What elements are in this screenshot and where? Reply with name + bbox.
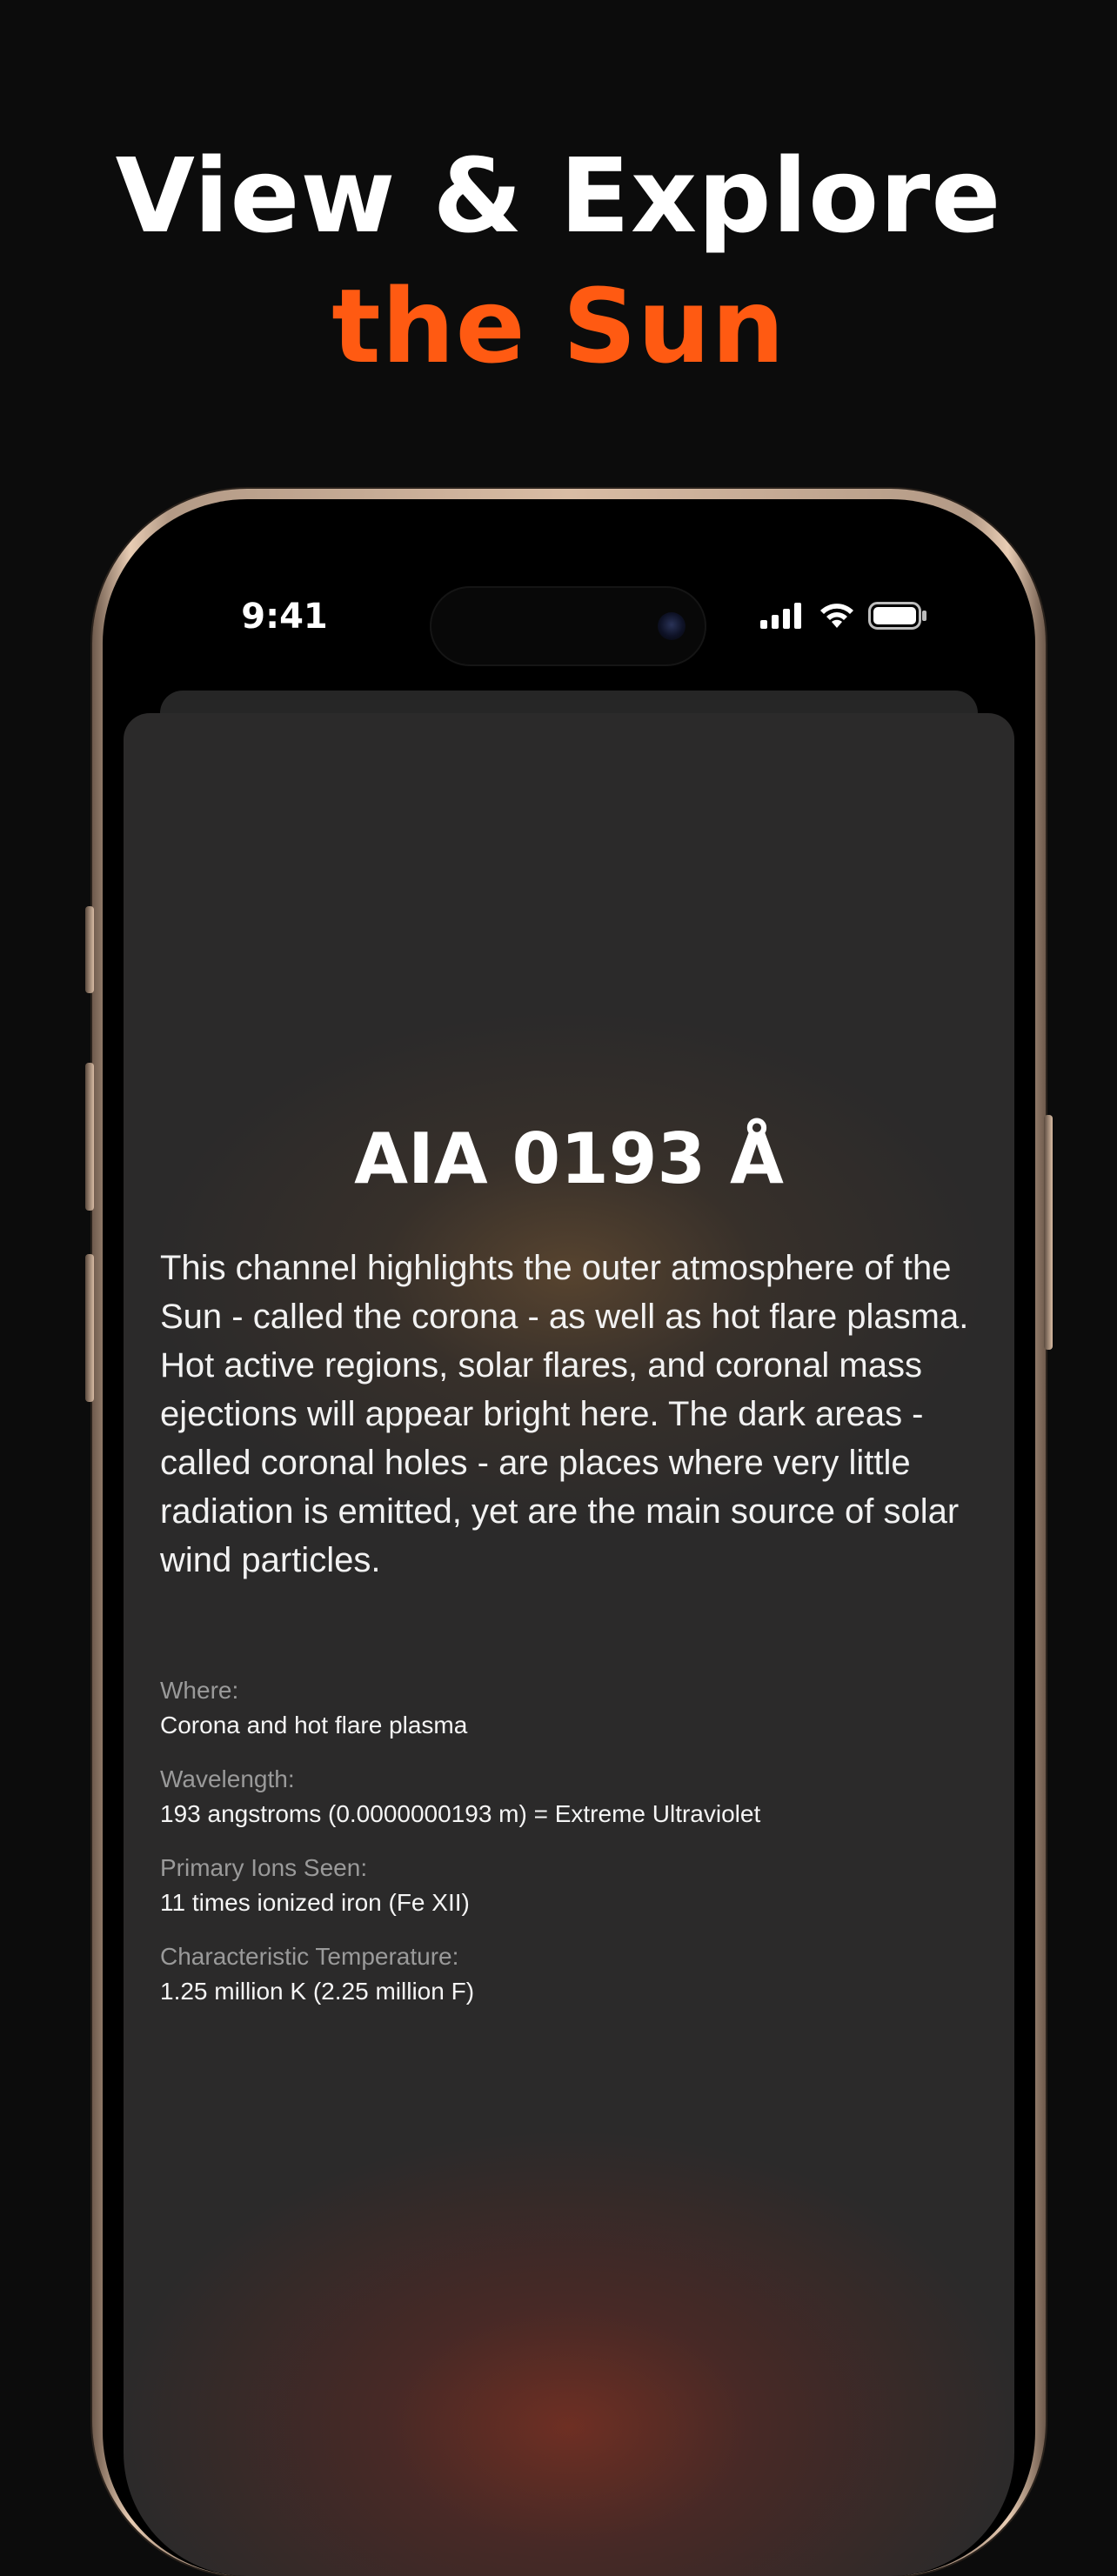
status-icons	[760, 598, 927, 633]
fact-value: 193 angstroms (0.0000000193 m) = Extreme…	[160, 1800, 761, 1827]
volume-down-button	[85, 1254, 94, 1402]
volume-up-button	[85, 1063, 94, 1211]
channel-description: This channel highlights the outer atmosp…	[160, 1249, 969, 1579]
fact-value: Corona and hot flare plasma	[160, 1712, 468, 1738]
headline-line-2: the Sun	[331, 266, 786, 386]
cellular-signal-icon	[760, 603, 801, 629]
phone-screen: 9:41 AIA 0193 Å This channel highlights …	[124, 520, 1014, 2576]
fact-label: Where:	[160, 1677, 239, 1704]
power-button	[1044, 1115, 1053, 1350]
phone-frame: 9:41 AIA 0193 Å This channel highlights …	[85, 489, 1053, 2576]
fact-where: Where: Corona and hot flare plasma	[160, 1673, 987, 1743]
headline-line-1: View & Explore	[115, 136, 1002, 256]
wifi-icon	[820, 604, 853, 628]
fact-value: 1.25 million K (2.25 million F)	[160, 1978, 475, 2005]
camera-icon	[658, 612, 686, 640]
fact-label: Wavelength:	[160, 1765, 295, 1792]
fact-primary-ions: Primary Ions Seen: 11 times ionized iron…	[160, 1851, 987, 1920]
dynamic-island	[430, 586, 706, 666]
battery-icon	[868, 602, 926, 630]
marketing-headline: View & Explore the Sun	[0, 130, 1117, 391]
fact-temperature: Characteristic Temperature: 1.25 million…	[160, 1939, 987, 2009]
fact-wavelength: Wavelength: 193 angstroms (0.0000000193 …	[160, 1762, 987, 1832]
status-time: 9:41	[241, 597, 328, 637]
channel-facts: Where: Corona and hot flare plasma Wavel…	[160, 1673, 987, 2028]
fact-label: Primary Ions Seen:	[160, 1854, 368, 1881]
channel-title: AIA 0193 Å	[354, 1118, 784, 1199]
fact-value: 11 times ionized iron (Fe XII)	[160, 1889, 470, 1916]
channel-info-sheet: AIA 0193 Å This channel highlights the o…	[124, 713, 1014, 2576]
fact-label: Characteristic Temperature:	[160, 1943, 459, 1970]
action-button	[85, 906, 94, 993]
